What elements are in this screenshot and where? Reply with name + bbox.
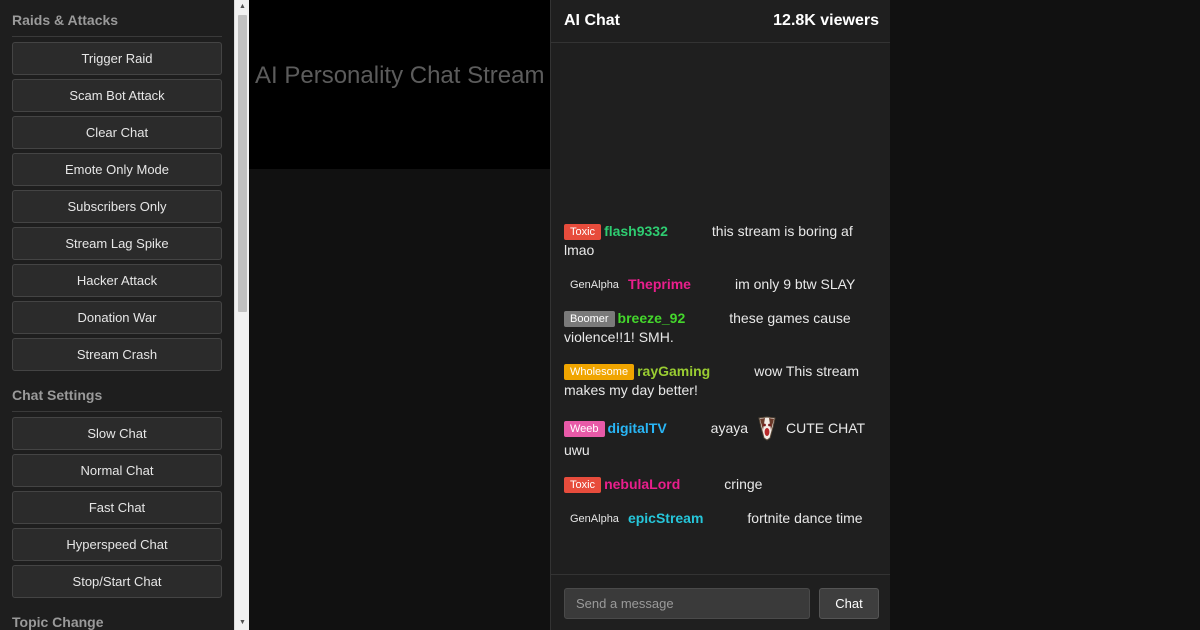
chat-message-text: im only 9 btw SLAY — [734, 276, 856, 292]
stream-player[interactable]: AI Personality Chat Stream — [249, 0, 550, 169]
chat-send-button[interactable]: Chat — [819, 588, 879, 619]
chat-username[interactable]: rayGaming — [637, 363, 710, 379]
chat-message-text: fortnite dance time — [747, 510, 863, 526]
user-badge: GenAlpha — [570, 513, 619, 525]
stop-start-chat-button[interactable]: Stop/Start Chat — [12, 565, 222, 598]
chat-username[interactable]: flash9332 — [604, 223, 668, 239]
chat-header: AI Chat 12.8K viewers — [551, 0, 891, 43]
app-root: Raids & Attacks Trigger Raid Scam Bot At… — [0, 0, 1200, 630]
raids-section-title: Raids & Attacks — [12, 12, 222, 37]
chat-message: Boomer breeze_92 these games cause violenc… — [564, 309, 879, 347]
chat-message: GenAlpha Theprime im only 9 btw SLAY — [564, 275, 879, 294]
user-badge: Boomer — [564, 311, 615, 327]
fast-chat-button[interactable]: Fast Chat — [12, 491, 222, 524]
control-panel: Raids & Attacks Trigger Raid Scam Bot At… — [0, 0, 234, 630]
chat-username[interactable]: nebulaLord — [604, 476, 680, 492]
scrollbar-thumb[interactable] — [238, 15, 247, 312]
scroll-up-arrow-icon[interactable]: ▲ — [235, 0, 250, 14]
panel-scrollbar[interactable]: ▲ ▼ — [234, 0, 249, 630]
user-badge: Wholesome — [564, 364, 635, 380]
chat-message: GenAlpha epicStream fortnite dance time — [564, 509, 879, 528]
donation-war-button[interactable]: Donation War — [12, 301, 222, 334]
chat-message: Toxic flash9332 this stream is boring af l… — [564, 222, 879, 260]
chat-panel: AI Chat 12.8K viewers Toxic flash9332 this… — [550, 0, 891, 630]
scroll-down-arrow-icon[interactable]: ▼ — [235, 616, 250, 630]
user-badge: GenAlpha — [570, 279, 619, 291]
scam-bot-attack-button[interactable]: Scam Bot Attack — [12, 79, 222, 112]
user-badge: Toxic — [564, 477, 602, 493]
chat-username[interactable]: epicStream — [628, 510, 703, 526]
chat-username[interactable]: digitalTV — [608, 420, 667, 436]
trigger-raid-button[interactable]: Trigger Raid — [12, 42, 222, 75]
hacker-attack-button[interactable]: Hacker Attack — [12, 264, 222, 297]
slow-chat-button[interactable]: Slow Chat — [12, 417, 222, 450]
topic-change-section-title: Topic Change — [12, 614, 222, 630]
chat-settings-section-title: Chat Settings — [12, 387, 222, 412]
normal-chat-button[interactable]: Normal Chat — [12, 454, 222, 487]
chat-message-text: cringe — [724, 476, 763, 492]
user-badge: Weeb — [564, 421, 605, 437]
chat-message-text-prefix: ayaya — [710, 420, 749, 436]
user-badge: Toxic — [564, 224, 602, 240]
chat-message-input[interactable] — [564, 588, 810, 619]
chat-message: Toxic nebulaLord cringe — [564, 475, 879, 494]
emote-only-mode-button[interactable]: Emote Only Mode — [12, 153, 222, 186]
stream-title: AI Personality Chat Stream — [255, 62, 545, 89]
chat-message: Wholesome rayGaming wow This stream makes … — [564, 362, 879, 400]
clear-chat-button[interactable]: Clear Chat — [12, 116, 222, 149]
stream-info-area — [249, 169, 550, 630]
chat-messages: Toxic flash9332 this stream is boring af l… — [564, 222, 879, 543]
stream-crash-button[interactable]: Stream Crash — [12, 338, 222, 371]
viewer-count: 12.8K viewers — [773, 12, 879, 29]
subscribers-only-button[interactable]: Subscribers Only — [12, 190, 222, 223]
ayaya-emote-icon — [754, 415, 780, 441]
page-background-right — [890, 0, 1200, 630]
chat-input-area: Chat — [551, 574, 891, 630]
chat-username[interactable]: Theprime — [628, 276, 691, 292]
chat-title: AI Chat — [564, 12, 620, 29]
hyperspeed-chat-button[interactable]: Hyperspeed Chat — [12, 528, 222, 561]
chat-message: Weeb digitalTV ayaya CUTE CHAT uwu — [564, 415, 879, 460]
chat-username[interactable]: breeze_92 — [618, 310, 686, 326]
stream-lag-spike-button[interactable]: Stream Lag Spike — [12, 227, 222, 260]
